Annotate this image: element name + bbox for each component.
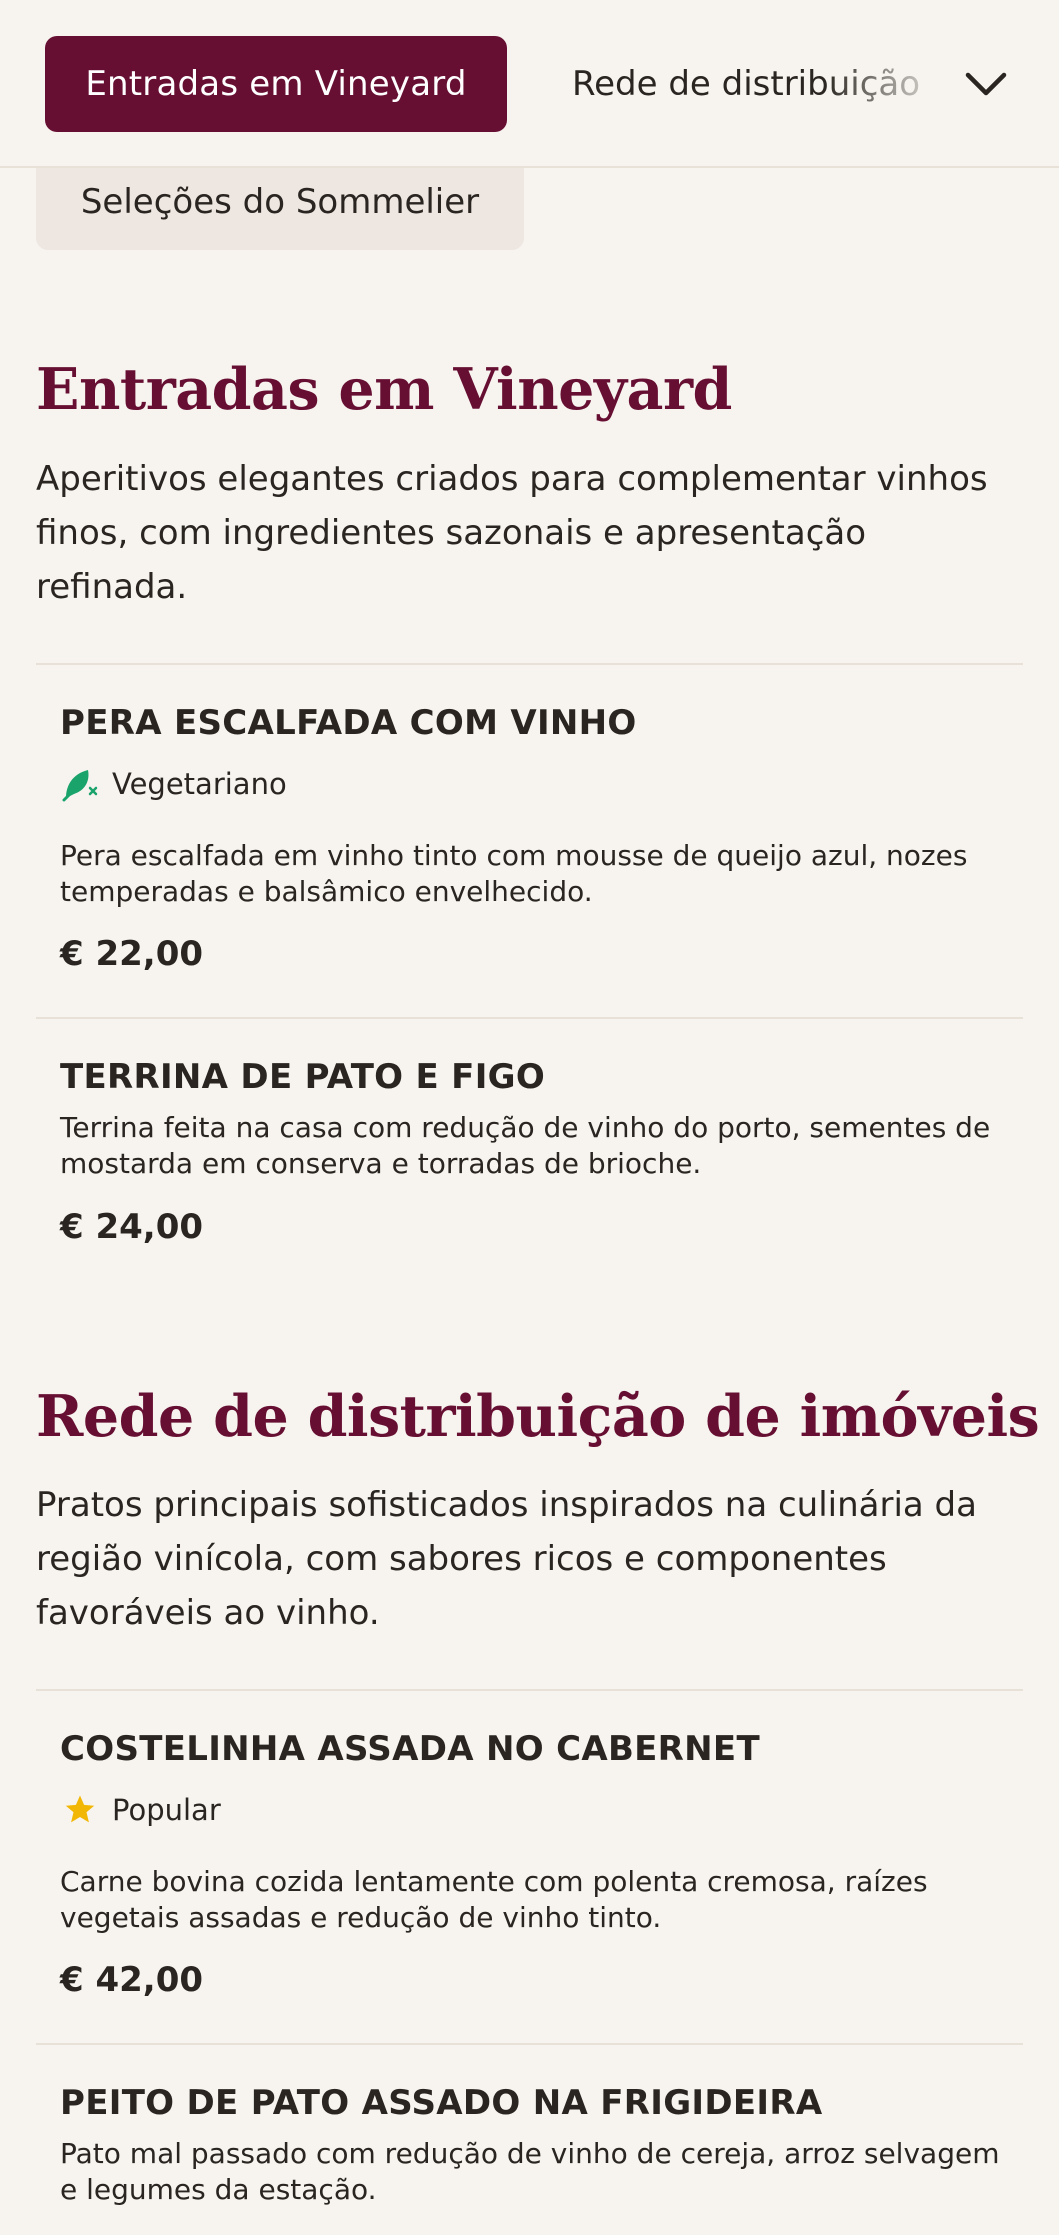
star-icon [60,1790,100,1830]
menu-item-name[interactable]: PERA ESCALFADA COM VINHO [60,703,637,743]
menu-item-description: Pato mal passado com redução de vinho de… [60,2137,1000,2206]
section-title-rede: Rede de distribuição de imóveis [36,1383,1040,1450]
menu-item-description: Pera escalfada em vinho tinto com mousse… [60,839,968,908]
menu-item-price: € 22,00 [60,934,204,974]
vegetarian-badge: Vegetariano [60,764,287,804]
menu-item-price: € 24,00 [60,1207,204,1247]
badge-label: Vegetariano [112,767,287,801]
category-tab-rede[interactable]: Rede de distribuição [572,36,932,132]
category-nav-bar: Entradas em Vineyard Rede de distribuiçã… [0,0,1059,168]
popular-badge: Popular [60,1790,221,1830]
menu-item-description: Terrina feita na casa com redução de vin… [60,1111,991,1180]
menu-item-price: € 42,00 [60,1960,204,2000]
divider [36,2043,1023,2045]
divider [36,1689,1023,1691]
menu-item-name[interactable]: TERRINA DE PATO E FIGO [60,1057,545,1097]
chevron-down-icon[interactable] [960,60,1012,108]
divider [36,663,1023,665]
badge-label: Popular [112,1793,221,1827]
category-tab-entradas[interactable]: Entradas em Vineyard [45,36,507,132]
section-description-entradas: Aperitivos elegantes criados para comple… [36,459,988,607]
menu-page: Seleções do Sommelier Entradas em Vineya… [0,0,1059,2235]
vegetarian-leaf-icon [60,764,100,804]
menu-item-name[interactable]: COSTELINHA ASSADA NO CABERNET [60,1729,760,1769]
menu-item-name[interactable]: PEITO DE PATO ASSADO NA FRIGIDEIRA [60,2083,822,2123]
menu-item-description: Carne bovina cozida lentamente com polen… [60,1865,928,1934]
section-title-entradas: Entradas em Vineyard [36,356,732,423]
divider [36,1017,1023,1019]
section-description-rede: Pratos principais sofisticados inspirado… [36,1485,977,1633]
